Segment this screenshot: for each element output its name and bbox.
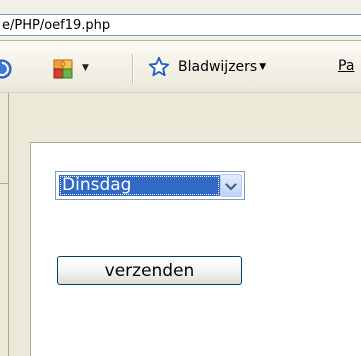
- reload-button[interactable]: [0, 58, 13, 80]
- addons-dropdown-arrow-icon[interactable]: ▼: [82, 63, 89, 73]
- submit-button[interactable]: verzenden: [57, 256, 242, 285]
- sidebar-divider-notch: [0, 183, 9, 184]
- day-select-value: Dinsdag: [59, 175, 220, 196]
- bookmarks-dropdown-arrow-icon: ▼: [259, 62, 267, 72]
- addons-button[interactable]: ▼: [52, 56, 89, 80]
- puzzle-icon: [52, 56, 74, 80]
- bookmarks-label: Bladwijzers: [178, 59, 258, 75]
- circle-arrow-icon: [0, 58, 13, 80]
- address-bar: e/PHP/oef19.php: [0, 0, 361, 41]
- chevron-down-icon: [225, 176, 237, 195]
- toolbar-next-item[interactable]: Pa: [338, 58, 354, 74]
- sidebar-divider: [8, 93, 9, 356]
- day-select[interactable]: Dinsdag: [55, 171, 245, 200]
- bookmarks-menu-button[interactable]: Bladwijzers ▼: [148, 56, 266, 78]
- toolbar-separator: [132, 54, 134, 84]
- star-outline-icon: [148, 56, 170, 78]
- day-select-dropdown-button[interactable]: [220, 174, 242, 197]
- address-field[interactable]: e/PHP/oef19.php: [0, 14, 361, 36]
- address-url-text: e/PHP/oef19.php: [2, 18, 111, 33]
- browser-window: e/PHP/oef19.php ▼ Bladwijzers ▼ Pa Dinsd…: [0, 0, 361, 356]
